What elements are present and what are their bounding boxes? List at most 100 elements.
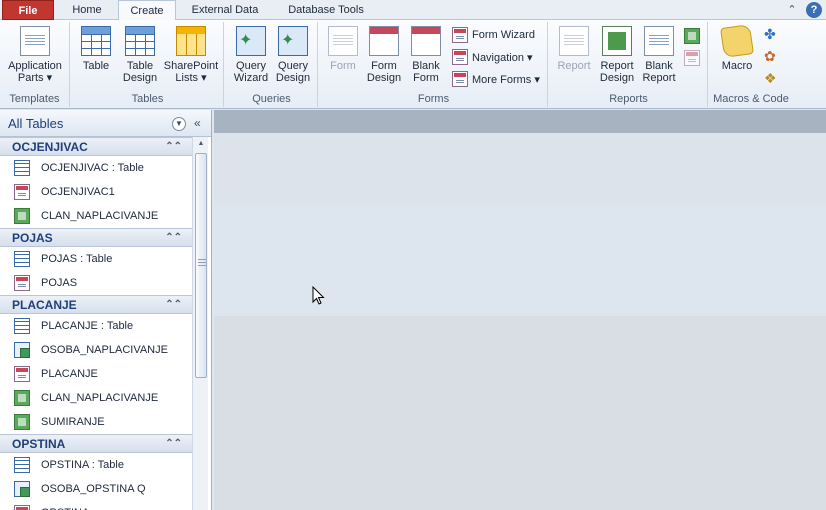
nav-list-item[interactable]: OSOBA_NAPLACIVANJE [0, 338, 192, 362]
chevron-collapse-icon[interactable]: ⌃⌃ [165, 138, 182, 156]
navigation-button[interactable]: Navigation ▾ [452, 48, 533, 66]
application-parts-label: Application Parts ▾ [8, 60, 62, 84]
application-parts-icon [20, 26, 50, 56]
report-design-button[interactable]: Report Design [596, 26, 638, 84]
visual-basic-icon[interactable]: ❖ [764, 70, 780, 86]
report-design-icon [602, 26, 632, 56]
nav-list-item[interactable]: POJAS [0, 271, 192, 295]
document-workspace[interactable] [214, 110, 826, 510]
nav-list-item[interactable]: POJAS : Table [0, 247, 192, 271]
navigation-pane: All Tables ▼ « OCJENJIVAC ⌃⌃ OCJENJIVAC : … [0, 110, 212, 510]
module-icon[interactable]: ✤ [764, 26, 780, 42]
more-forms-button[interactable]: More Forms ▾ [452, 70, 540, 88]
tab-database-tools[interactable]: Database Tools [274, 0, 378, 20]
chevron-collapse-icon[interactable]: ⌃⌃ [165, 229, 182, 247]
query-wizard-button[interactable]: Query Wizard [230, 26, 272, 84]
mouse-cursor-icon [312, 286, 325, 305]
sharepoint-lists-label: SharePoint Lists ▾ [163, 60, 219, 84]
chevron-down-icon[interactable]: ▼ [172, 117, 186, 131]
minimize-ribbon-icon[interactable]: ⌃ [784, 2, 800, 18]
tab-file[interactable]: File [2, 0, 54, 20]
query-design-icon [278, 26, 308, 56]
nav-item-label: PLACANJE : Table [41, 320, 134, 332]
nav-group-header[interactable]: OCJENJIVAC ⌃⌃ [0, 137, 192, 156]
ribbon: Application Parts ▾ Templates Table Tabl… [0, 20, 826, 109]
macro-button[interactable]: Macro [716, 24, 758, 72]
form-label: Form [330, 60, 356, 72]
report-icon [14, 390, 30, 406]
nav-group-header[interactable]: PLACANJE ⌃⌃ [0, 295, 192, 314]
navigation-scrollbar[interactable]: ▲ [192, 137, 208, 510]
nav-group-name: POJAS [12, 231, 53, 245]
query-design-button[interactable]: Query Design [272, 26, 314, 84]
workspace-header-band [214, 110, 826, 133]
form-wizard-label: Form Wizard [472, 29, 535, 41]
labels-icon[interactable] [684, 50, 700, 66]
nav-item-label: POJAS [41, 277, 78, 289]
form-design-button[interactable]: Form Design [364, 26, 404, 84]
tables-group-label: Tables [131, 93, 164, 105]
sharepoint-lists-button[interactable]: SharePoint Lists ▾ [162, 26, 220, 84]
scroll-up-icon[interactable]: ▲ [193, 137, 209, 151]
navigation-icon [452, 49, 468, 65]
nav-list-item[interactable]: PLACANJE [0, 362, 192, 386]
form-wizard-icon [452, 27, 468, 43]
reports-group: Report Report Design Blank Report Report… [550, 22, 708, 107]
chevron-collapse-icon[interactable]: ⌃⌃ [165, 296, 182, 314]
navigation-pane-title: All Tables [8, 115, 64, 131]
nav-group-header[interactable]: POJAS ⌃⌃ [0, 228, 192, 247]
templates-group-label: Templates [9, 93, 60, 105]
workspace-band [214, 203, 826, 316]
nav-list-item[interactable]: CLAN_NAPLACIVANJE [0, 386, 192, 410]
tab-external-data[interactable]: External Data [180, 0, 270, 20]
nav-list-item[interactable]: OCJENJIVAC : Table [0, 156, 192, 180]
chevron-collapse-icon[interactable]: ⌃⌃ [165, 435, 182, 453]
form-wizard-button[interactable]: Form Wizard [452, 26, 535, 44]
sharepoint-lists-icon [176, 26, 206, 56]
query-icon [14, 481, 30, 497]
blank-form-icon [411, 26, 441, 56]
table-design-button[interactable]: Table Design [118, 26, 162, 84]
table-design-icon [125, 26, 155, 56]
workspace-band [214, 316, 826, 510]
collapse-pane-icon[interactable]: « [194, 116, 201, 130]
query-wizard-icon [236, 26, 266, 56]
forms-group-label: Forms [417, 93, 450, 105]
scrollbar-grip-icon [198, 258, 206, 266]
report-wizard-icon[interactable] [684, 28, 700, 44]
queries-group: Query Wizard Query Design Queries [226, 22, 318, 107]
help-icon[interactable]: ? [806, 2, 822, 18]
nav-item-label: POJAS : Table [41, 253, 113, 265]
nav-item-label: CLAN_NAPLACIVANJE [41, 210, 159, 222]
nav-group-name: OCJENJIVAC [12, 140, 88, 154]
application-parts-button[interactable]: Application Parts ▾ [3, 26, 67, 84]
macros-group-label: Macros & Code [713, 93, 789, 105]
query-wizard-label: Query Wizard [233, 60, 269, 84]
nav-list-item[interactable]: PLACANJE : Table [0, 314, 192, 338]
form-button[interactable]: Form [324, 26, 362, 72]
macros-group: Macro ✤ ✿ ❖ Macros & Code [710, 22, 792, 107]
tab-home[interactable]: Home [58, 0, 116, 20]
table-button[interactable]: Table [76, 26, 116, 72]
macro-scroll-icon [720, 24, 754, 58]
report-icon [14, 414, 30, 430]
nav-list-item[interactable]: OSOBA_OPSTINA Q [0, 477, 192, 501]
nav-list-item[interactable]: OPSTINA : Table [0, 453, 192, 477]
report-button[interactable]: Report [554, 26, 594, 72]
nav-item-label: OCJENJIVAC1 [41, 186, 115, 198]
nav-list-item[interactable]: OPSTINA [0, 501, 192, 510]
tab-create[interactable]: Create [118, 0, 176, 21]
class-module-icon[interactable]: ✿ [764, 48, 780, 64]
nav-group-header[interactable]: OPSTINA ⌃⌃ [0, 434, 192, 453]
nav-list-item[interactable]: SUMIRANJE [0, 410, 192, 434]
nav-list-item[interactable]: OCJENJIVAC1 [0, 180, 192, 204]
nav-group-name: OPSTINA [12, 437, 66, 451]
nav-list-item[interactable]: CLAN_NAPLACIVANJE [0, 204, 192, 228]
query-icon [14, 342, 30, 358]
blank-report-button[interactable]: Blank Report [640, 26, 678, 84]
workspace-band [214, 133, 826, 203]
navigation-pane-header[interactable]: All Tables ▼ « [0, 110, 211, 137]
scrollbar-thumb[interactable] [195, 153, 207, 378]
nav-item-label: PLACANJE [41, 368, 98, 380]
blank-form-button[interactable]: Blank Form [406, 26, 446, 84]
